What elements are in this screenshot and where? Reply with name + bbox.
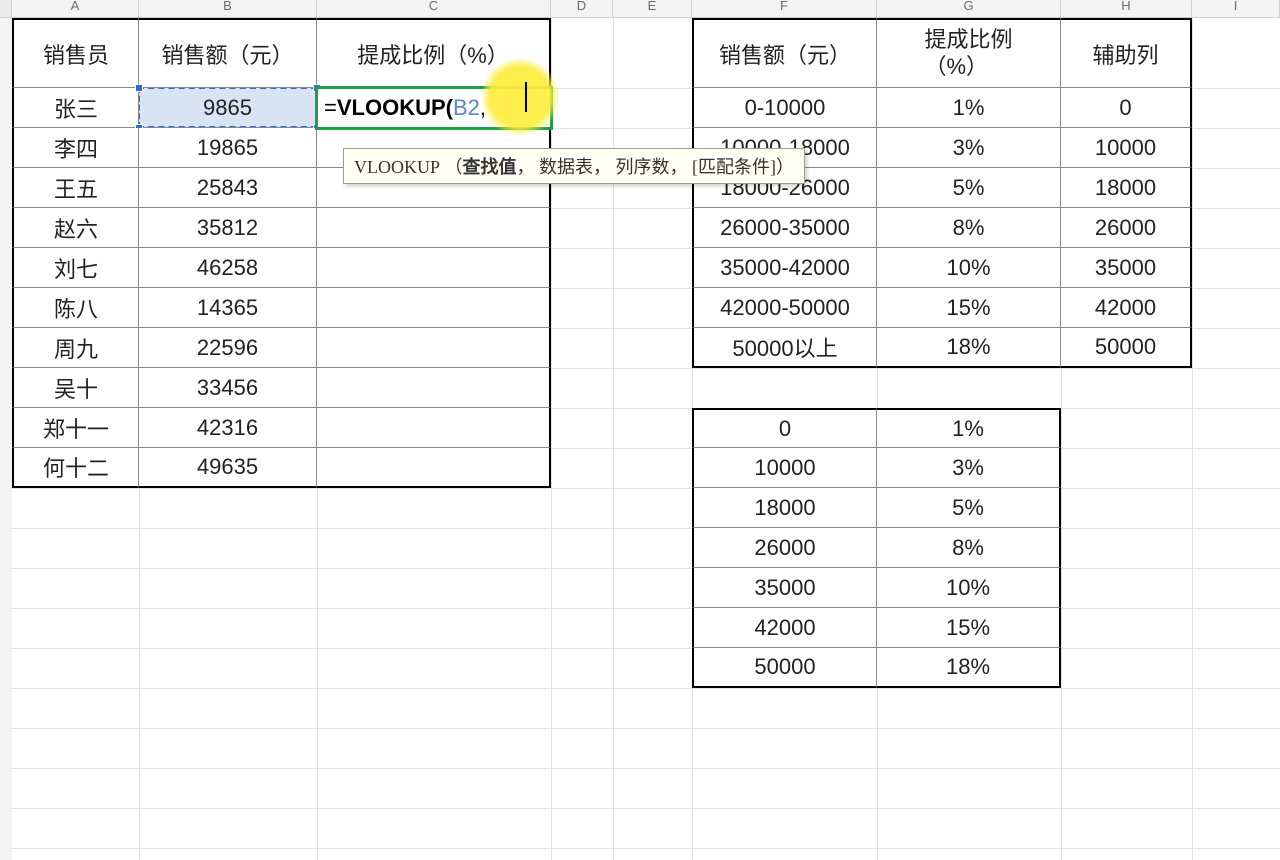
cells-area[interactable]: 销售员 销售额（元） 提成比例（%） 张三 9865 李四 19865 王五 2…	[12, 18, 1280, 860]
ref-handle-tl[interactable]	[135, 84, 143, 92]
tooltip-arg-4[interactable]: [匹配条件]	[692, 157, 776, 177]
formula-equals: =	[324, 95, 337, 121]
cell-A5[interactable]: 赵六	[12, 208, 139, 248]
cell-B5[interactable]: 35812	[139, 208, 317, 248]
cell-A4[interactable]: 王五	[12, 168, 139, 208]
cell-C6[interactable]	[317, 248, 551, 288]
rt-rate-4[interactable]: 8%	[877, 208, 1061, 248]
rt-aux-4[interactable]: 26000	[1061, 208, 1192, 248]
rb-lower-6[interactable]: 42000	[692, 608, 877, 648]
formula-comma: ,	[480, 95, 486, 121]
rb-rate-7[interactable]: 18%	[877, 648, 1061, 688]
column-headers: A B C D E F G H I	[0, 0, 1280, 18]
rb-lower-4[interactable]: 26000	[692, 528, 877, 568]
rt-header-rate[interactable]: 提成比例 （%）	[877, 18, 1061, 88]
rt-range-4[interactable]: 26000-35000	[692, 208, 877, 248]
col-header-H[interactable]: H	[1061, 0, 1192, 18]
cell-B2-referenced[interactable]: 9865	[139, 88, 317, 128]
rt-range-7[interactable]: 50000以上	[692, 328, 877, 368]
header-commission-rate[interactable]: 提成比例（%）	[317, 18, 551, 88]
cell-C5[interactable]	[317, 208, 551, 248]
cell-A6[interactable]: 刘七	[12, 248, 139, 288]
select-all-corner[interactable]	[0, 0, 12, 18]
header-salesperson[interactable]: 销售员	[12, 18, 139, 88]
cell-B7[interactable]: 14365	[139, 288, 317, 328]
rt-aux-3[interactable]: 18000	[1061, 168, 1192, 208]
rt-range-5[interactable]: 35000-42000	[692, 248, 877, 288]
cell-A8[interactable]: 周九	[12, 328, 139, 368]
formula-cellref: B2	[453, 95, 480, 121]
rb-rate-1[interactable]: 1%	[877, 408, 1061, 448]
cell-A11[interactable]: 何十二	[12, 448, 139, 488]
cell-B6[interactable]: 46258	[139, 248, 317, 288]
rb-rate-2[interactable]: 3%	[877, 448, 1061, 488]
tooltip-sep3: ，	[670, 157, 688, 177]
tooltip-sep2: ，	[593, 157, 611, 177]
rt-rate-5[interactable]: 10%	[877, 248, 1061, 288]
cell-B11[interactable]: 49635	[139, 448, 317, 488]
tooltip-sep1: ，	[517, 157, 535, 177]
cell-B8[interactable]: 22596	[139, 328, 317, 368]
rt-aux-5[interactable]: 35000	[1061, 248, 1192, 288]
rt-aux-6[interactable]: 42000	[1061, 288, 1192, 328]
col-header-D[interactable]: D	[551, 0, 613, 18]
rb-lower-5[interactable]: 35000	[692, 568, 877, 608]
cell-C7[interactable]	[317, 288, 551, 328]
cell-C2-editing[interactable]: =VLOOKUP(B2,	[315, 86, 553, 130]
cell-A7[interactable]: 陈八	[12, 288, 139, 328]
header-sales-amount[interactable]: 销售额（元）	[139, 18, 317, 88]
cell-C10[interactable]	[317, 408, 551, 448]
tooltip-open: （	[445, 157, 463, 177]
rt-header-aux[interactable]: 辅助列	[1061, 18, 1192, 88]
rt-aux-2[interactable]: 10000	[1061, 128, 1192, 168]
col-header-G[interactable]: G	[877, 0, 1061, 18]
tooltip-arg-2[interactable]: 数据表	[539, 157, 593, 177]
rt-aux-7[interactable]: 50000	[1061, 328, 1192, 368]
row-headers	[0, 18, 12, 860]
col-header-A[interactable]: A	[12, 0, 139, 18]
rt-rate-3[interactable]: 5%	[877, 168, 1061, 208]
rt-rate-1[interactable]: 1%	[877, 88, 1061, 128]
cell-B3[interactable]: 19865	[139, 128, 317, 168]
cell-A9[interactable]: 吴十	[12, 368, 139, 408]
rt-header-sales[interactable]: 销售额（元）	[692, 18, 877, 88]
rt-rate-2[interactable]: 3%	[877, 128, 1061, 168]
rt-aux-1[interactable]: 0	[1061, 88, 1192, 128]
col-header-F[interactable]: F	[692, 0, 877, 18]
cell-B10[interactable]: 42316	[139, 408, 317, 448]
cell-B4[interactable]: 25843	[139, 168, 317, 208]
tooltip-arg-1[interactable]: 查找值	[463, 157, 517, 177]
rt-rate-7[interactable]: 18%	[877, 328, 1061, 368]
rb-lower-1[interactable]: 0	[692, 408, 877, 448]
cell-A2[interactable]: 张三	[12, 88, 139, 128]
rb-rate-4[interactable]: 8%	[877, 528, 1061, 568]
rb-rate-3[interactable]: 5%	[877, 488, 1061, 528]
rt-range-6[interactable]: 42000-50000	[692, 288, 877, 328]
cell-C8[interactable]	[317, 328, 551, 368]
tooltip-arg-3[interactable]: 列序数	[616, 157, 670, 177]
rb-rate-6[interactable]: 15%	[877, 608, 1061, 648]
function-tooltip[interactable]: VLOOKUP （查找值， 数据表， 列序数， [匹配条件]）	[343, 148, 805, 184]
rb-rate-5[interactable]: 10%	[877, 568, 1061, 608]
cell-A3[interactable]: 李四	[12, 128, 139, 168]
rt-range-1[interactable]: 0-10000	[692, 88, 877, 128]
rt-rate-6[interactable]: 15%	[877, 288, 1061, 328]
spreadsheet[interactable]: A B C D E F G H I	[0, 0, 1280, 860]
col-header-B[interactable]: B	[139, 0, 317, 18]
cell-B9[interactable]: 33456	[139, 368, 317, 408]
rb-lower-7[interactable]: 50000	[692, 648, 877, 688]
col-header-E[interactable]: E	[613, 0, 692, 18]
col-header-C[interactable]: C	[317, 0, 551, 18]
tooltip-func: VLOOKUP	[354, 157, 440, 177]
text-cursor	[525, 82, 527, 112]
cell-A10[interactable]: 郑十一	[12, 408, 139, 448]
tooltip-close: ）	[776, 157, 794, 177]
rb-lower-3[interactable]: 18000	[692, 488, 877, 528]
rb-lower-2[interactable]: 10000	[692, 448, 877, 488]
cell-C9[interactable]	[317, 368, 551, 408]
formula-function: VLOOKUP(	[337, 95, 453, 121]
col-header-I[interactable]: I	[1192, 0, 1280, 18]
cell-C11[interactable]	[317, 448, 551, 488]
